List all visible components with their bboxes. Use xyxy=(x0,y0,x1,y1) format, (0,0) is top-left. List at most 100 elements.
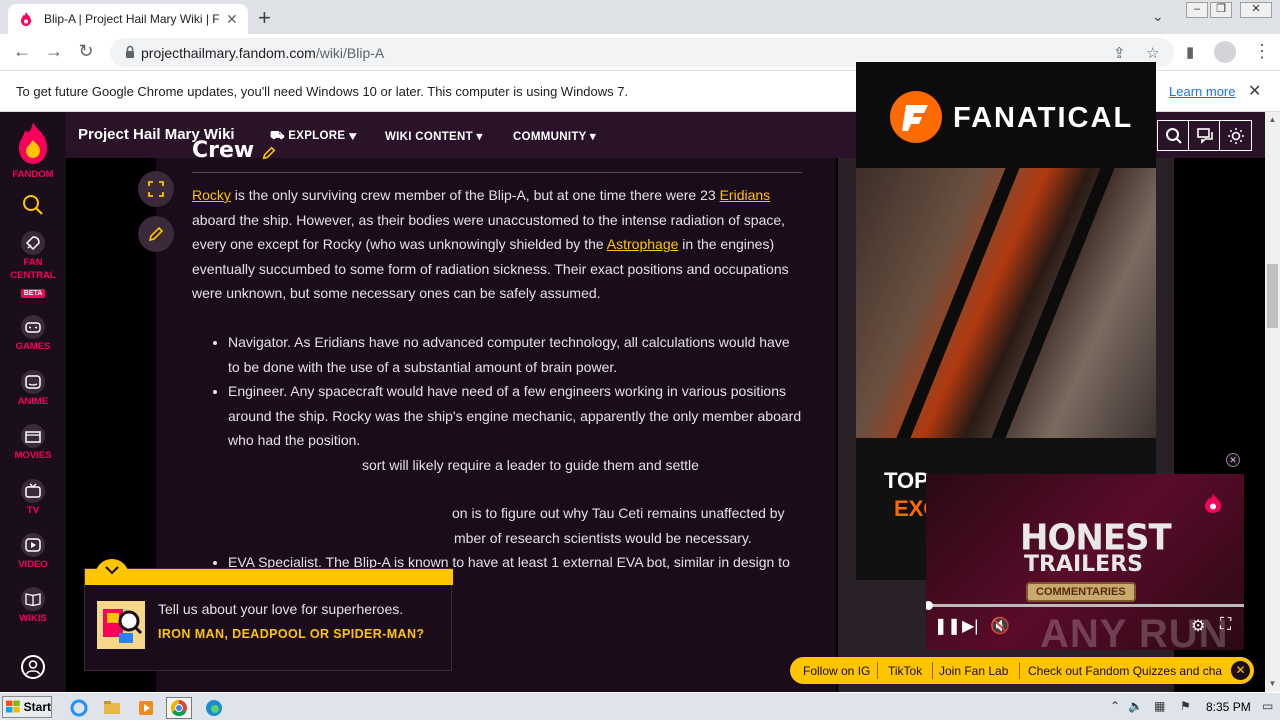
rail-item-movies[interactable]: MOVIES xyxy=(0,423,66,462)
network-icon[interactable]: ▦ xyxy=(1154,699,1165,713)
pill-tiktok[interactable]: TikTok xyxy=(888,664,922,678)
rail-item-video[interactable]: VIDEO xyxy=(0,532,66,571)
ad-stripe xyxy=(896,168,1020,438)
tab-close-icon[interactable]: ✕ xyxy=(226,11,238,28)
media-player-icon[interactable] xyxy=(133,697,159,719)
file-explorer-icon[interactable] xyxy=(99,697,125,719)
video-close-icon[interactable]: ✕ xyxy=(1226,453,1240,467)
fullscreen-toggle[interactable] xyxy=(138,171,174,207)
rail-item-games[interactable]: GAMES xyxy=(0,314,66,353)
page-scrollbar[interactable] xyxy=(1265,112,1280,692)
pill-separator xyxy=(932,662,933,679)
anyrun-watermark: ANY RUN xyxy=(1040,612,1229,656)
rail-item-wikis[interactable]: WIKIS xyxy=(0,586,66,625)
minimize-button[interactable]: – xyxy=(1186,2,1208,18)
forward-arrow-icon[interactable]: → xyxy=(42,41,66,62)
video-scrub-handle[interactable] xyxy=(926,601,933,610)
tray-expand-icon[interactable]: ⌃ xyxy=(1110,699,1120,713)
crew-roles-list: Navigator. As Eridians have no advanced … xyxy=(212,330,802,575)
edge-icon[interactable] xyxy=(201,697,227,719)
scrollbar-thumb[interactable] xyxy=(1267,264,1278,328)
explore-icon: ⛟ xyxy=(270,130,289,142)
card-question: Tell us about your love for superheroes. xyxy=(158,601,404,617)
action-center-icon[interactable]: ⚑ xyxy=(1180,699,1191,713)
pause-icon[interactable]: ❚❚ xyxy=(934,616,961,636)
chrome-taskbar-icon[interactable] xyxy=(166,697,192,719)
fanatical-logo-icon xyxy=(890,91,942,143)
games-label: GAMES xyxy=(15,341,51,352)
chrome-menu-icon[interactable]: ⋮ xyxy=(1253,41,1271,62)
community-menu[interactable]: COMMUNITY ▾ xyxy=(513,129,596,143)
new-tab-button[interactable]: + xyxy=(258,5,271,31)
tab-search-chevron-icon[interactable]: ⌄ xyxy=(1152,8,1164,25)
learn-more-link[interactable]: Learn more xyxy=(1169,84,1235,99)
pillbar-close-icon[interactable]: ✕ xyxy=(1231,661,1250,680)
discussions-button[interactable] xyxy=(1188,120,1221,151)
fandom-logo[interactable]: FANDOM xyxy=(0,120,66,181)
share-icon[interactable]: ⇪ xyxy=(1113,44,1126,62)
chevron-down-icon: ▾ xyxy=(348,130,357,142)
volume-icon[interactable]: 🔈 xyxy=(1128,699,1143,713)
edit-page-button[interactable] xyxy=(138,216,174,252)
internet-explorer-icon[interactable] xyxy=(66,697,92,719)
side-panel-icon[interactable]: ▮ xyxy=(1186,43,1194,61)
scroll-up-arrow-icon[interactable]: ▲ xyxy=(1265,113,1280,127)
ad-artwork xyxy=(856,168,1156,438)
superhero-quiz-icon xyxy=(97,601,145,649)
infobar-close-icon[interactable]: ✕ xyxy=(1248,81,1261,101)
scroll-down-arrow-icon[interactable]: ▼ xyxy=(1265,677,1280,691)
astrophage-link[interactable]: Astrophage xyxy=(607,236,679,252)
section-heading-crew: Crew xyxy=(192,138,255,163)
header-search-button[interactable] xyxy=(1157,120,1190,151)
theme-toggle-button[interactable] xyxy=(1219,120,1252,151)
eridians-link[interactable]: Eridians xyxy=(720,187,771,203)
account-button[interactable] xyxy=(21,655,45,679)
list-item: Navigator. As Eridians have no advanced … xyxy=(228,330,802,379)
search-rail-button[interactable] xyxy=(0,194,66,216)
fandom-flame-icon xyxy=(19,122,47,164)
next-track-icon[interactable]: ▶| xyxy=(962,616,978,636)
window-close-button[interactable]: ✕ xyxy=(1240,2,1272,18)
search-icon xyxy=(1165,127,1182,144)
pill-join-fan-lab[interactable]: Join Fan Lab xyxy=(939,664,1008,678)
back-arrow-icon[interactable]: ← xyxy=(10,41,34,62)
edit-section-pencil-icon[interactable] xyxy=(262,146,276,160)
browser-tab[interactable]: Blip-A | Project Hail Mary Wiki | Fand ✕ xyxy=(8,4,248,34)
show-desktop-icon[interactable]: ▭ xyxy=(1262,699,1273,713)
chevron-down-icon xyxy=(105,566,119,575)
video-progress-bar[interactable] xyxy=(926,604,1244,607)
rail-item-fan-central[interactable]: FAN CENTRAL BETA xyxy=(0,230,66,300)
rail-item-tv[interactable]: TV xyxy=(0,478,66,517)
clapperboard-icon xyxy=(21,424,45,448)
user-icon xyxy=(25,660,41,675)
windows-logo-icon xyxy=(6,700,20,713)
video-badge: COMMENTARIES xyxy=(1026,582,1136,602)
list-item: mber of research scientists would be nec… xyxy=(454,529,752,546)
restore-button[interactable]: ❐ xyxy=(1210,2,1232,18)
pill-follow-ig[interactable]: Follow on IG xyxy=(803,664,870,678)
rocky-link[interactable]: Rocky xyxy=(192,187,231,203)
profile-avatar[interactable] xyxy=(1214,41,1236,63)
card-answer-link[interactable]: IRON MAN, DEADPOOL OR SPIDER-MAN? xyxy=(158,626,438,642)
clock: 8:35 PM xyxy=(1206,700,1251,714)
list-item: on is to figure out why Tau Ceti remains… xyxy=(452,505,785,521)
explore-menu[interactable]: ⛟ EXPLORE ▾ xyxy=(270,129,357,144)
reload-icon[interactable]: ↻ xyxy=(74,41,98,62)
pill-separator xyxy=(1019,662,1020,679)
expand-icon xyxy=(148,181,164,197)
pill-quizzes[interactable]: Check out Fandom Quizzes and cha xyxy=(1028,664,1222,678)
wiki-content-menu[interactable]: WIKI CONTENT ▾ xyxy=(385,129,483,143)
sun-icon xyxy=(1227,127,1244,144)
fandom-flame-icon xyxy=(1205,493,1221,513)
start-button[interactable]: Start xyxy=(2,696,52,718)
bookmark-star-icon[interactable]: ☆ xyxy=(1146,44,1159,62)
fandom-label: FANDOM xyxy=(12,169,54,180)
movies-label: MOVIES xyxy=(14,450,52,461)
fan-central-label-1: FAN xyxy=(23,257,43,268)
rail-item-anime[interactable]: ANIME xyxy=(0,369,66,408)
fan-central-label-2: CENTRAL xyxy=(10,270,56,281)
fandom-favicon-icon xyxy=(21,12,31,26)
windows-taskbar: Start ⌃ 🔈 ▦ ⚑ 8:35 PM ▭ xyxy=(0,692,1280,720)
anime-label: ANIME xyxy=(17,396,49,407)
mute-icon[interactable]: 🔇 xyxy=(990,616,1010,636)
